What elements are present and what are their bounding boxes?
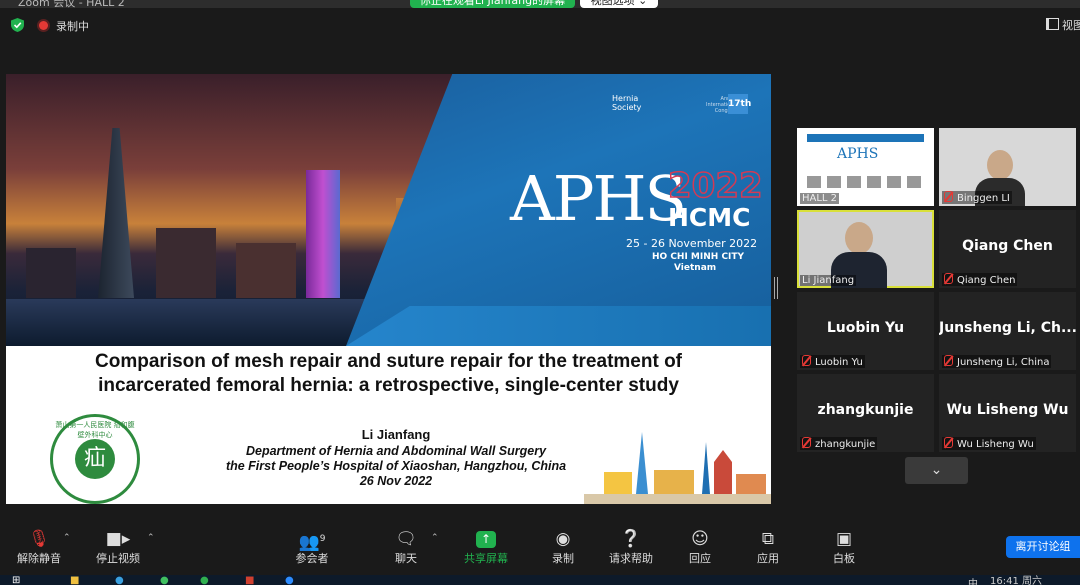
author-name: Li Jianfang [361, 427, 431, 442]
audio-options-caret[interactable]: ⌃ [63, 533, 71, 543]
view-button[interactable]: 视图 [1046, 17, 1080, 33]
conference-city: HO CHI MINH CITY [652, 252, 745, 262]
city-code: HCMC [668, 203, 751, 232]
participant-name: Wu Lisheng Wu [946, 402, 1069, 418]
conference-dates: 25 - 26 November 2022 [626, 237, 758, 250]
stop-video-button[interactable]: ■▸ 停止视频 [83, 528, 153, 566]
record-button[interactable]: ◉ 录制 [528, 528, 598, 566]
congress-17-badge: 17th [728, 94, 751, 114]
tower-building [98, 128, 134, 298]
whiteboard-button[interactable]: ▣ 白板 [809, 528, 879, 566]
aphs-year: 2022 [667, 165, 763, 207]
building [236, 243, 296, 298]
whiteboard-icon: ▣ [835, 529, 853, 549]
recording-status[interactable]: 录制中 [56, 18, 89, 34]
participant-tile-qiang-chen[interactable]: Qiang Chen Qiang Chen [939, 210, 1076, 288]
paper-title-line1: Comparison of mesh repair and suture rep… [95, 351, 682, 372]
share-screen-button[interactable]: ↑ 共享屏幕 [451, 528, 521, 566]
mic-muted-icon [944, 437, 953, 448]
view-options-button[interactable]: 视图选项 ⌄ [580, 0, 658, 8]
participant-tile-hall2[interactable]: APHS HALL 2 [797, 128, 934, 206]
zoom-taskbar-icon[interactable]: ● [285, 575, 294, 585]
thumb-sponsors [807, 176, 924, 188]
file-explorer-icon[interactable]: ■ [70, 575, 79, 585]
participant-label: zhangkunjie [800, 437, 878, 450]
paper-title: Comparison of mesh repair and suture rep… [6, 350, 771, 398]
recording-icon [39, 21, 48, 30]
chrome-icon[interactable]: ● [160, 575, 169, 585]
participant-label: Wu Lisheng Wu [942, 437, 1036, 450]
view-layout-icon [1046, 18, 1059, 30]
leave-breakout-room-button[interactable]: 离开讨论组 [1006, 536, 1080, 558]
windows-start-icon[interactable]: ⊞ [12, 575, 20, 585]
hospital-logo: 萧山第一人民医院 疝和腹壁外科中心 疝 [50, 414, 140, 504]
window-title: Zoom 会议 - HALL 2 [18, 0, 125, 8]
reactions-button[interactable]: ☺ 回应 [665, 528, 735, 566]
share-screen-icon: ↑ [476, 530, 496, 548]
participant-label: Junsheng Li, China [942, 355, 1052, 368]
browser-icon[interactable]: ● [115, 575, 124, 585]
building [26, 248, 76, 298]
participant-name: zhangkunjie [817, 402, 914, 418]
video-camera-icon: ■▸ [105, 529, 131, 549]
participants-count: 9 [319, 534, 326, 544]
participant-tile-junsheng-li[interactable]: Junsheng Li, Ch... Junsheng Li, China [939, 292, 1076, 370]
participant-tile-li-jianfang[interactable]: Li Jianfang [797, 210, 934, 288]
mic-muted-icon [802, 437, 811, 448]
chevron-down-icon: ⌄ [930, 462, 943, 478]
encryption-shield-icon[interactable] [11, 18, 24, 32]
conference-country: Vietnam [674, 263, 717, 273]
shared-screen-slide: Hernia Society Annual International Cong… [6, 74, 771, 504]
participant-tile-luobin-yu[interactable]: Luobin Yu Luobin Yu [797, 292, 934, 370]
banner-stripe [346, 306, 771, 346]
ask-for-help-button[interactable]: ❔ 请求帮助 [596, 528, 666, 566]
participant-name: Qiang Chen [962, 238, 1053, 254]
participant-label: HALL 2 [800, 193, 840, 204]
gallery-next-page-button[interactable]: ⌄ [905, 457, 968, 484]
paper-title-line2: incarcerated femoral hernia: a retrospec… [98, 375, 679, 396]
participant-label: Binggen LI [942, 191, 1012, 204]
participant-label: Qiang Chen [942, 273, 1018, 286]
aphs-logo: APHS [510, 162, 687, 235]
skyline-illustration [584, 432, 771, 504]
participant-face [845, 222, 873, 254]
slide-date: 26 Nov 2022 [359, 474, 433, 488]
video-options-caret[interactable]: ⌃ [147, 533, 155, 543]
record-icon: ◉ [555, 529, 571, 549]
os-taskbar: ⊞ ■ ● ● ● ■ ● 中 16:41 周六 [0, 575, 1080, 585]
participant-name: Luobin Yu [826, 320, 905, 336]
thumb-banner [807, 134, 924, 142]
participant-tile-binggen[interactable]: Binggen LI [939, 128, 1076, 206]
thumb-aphs: APHS [837, 146, 879, 162]
resize-handle[interactable] [774, 277, 778, 299]
chat-options-caret[interactable]: ⌃ [431, 533, 439, 543]
participant-label: Luobin Yu [800, 355, 865, 368]
system-clock[interactable]: 16:41 周六 [990, 575, 1042, 585]
participant-name: Junsheng Li, Ch... [939, 320, 1076, 336]
participant-tile-zhangkunjie[interactable]: zhangkunjie zhangkunjie [797, 374, 934, 452]
mic-muted-icon [944, 273, 953, 284]
mic-muted-icon [944, 191, 953, 202]
hernia-society-logo: Hernia Society [612, 94, 642, 112]
wechat-icon[interactable]: ● [200, 575, 209, 585]
author-affiliation: Department of Hernia and Abdominal Wall … [156, 444, 636, 489]
apps-icon: ⧉ [761, 529, 775, 549]
powerpoint-icon[interactable]: ■ [245, 575, 254, 585]
lit-building [306, 170, 340, 298]
participant-tile-wu-lisheng[interactable]: Wu Lisheng Wu Wu Lisheng Wu [939, 374, 1076, 452]
ime-indicator[interactable]: 中 [968, 575, 978, 585]
help-question-icon: ❔ [620, 529, 642, 549]
apps-button[interactable]: ⧉ 应用 [733, 528, 803, 566]
mic-muted-icon [944, 355, 953, 366]
participant-label: Li Jianfang [800, 275, 857, 286]
screen-share-banner: 你正在观看Li Jianfang的屏幕 [410, 0, 575, 8]
emoji-reaction-icon: ☺ [691, 529, 709, 549]
participant-face [987, 150, 1013, 180]
view-label: 视图 [1062, 19, 1080, 32]
participants-button[interactable]: 👥9 参会者 [277, 528, 347, 566]
building [156, 228, 216, 298]
mic-muted-icon [802, 355, 811, 366]
